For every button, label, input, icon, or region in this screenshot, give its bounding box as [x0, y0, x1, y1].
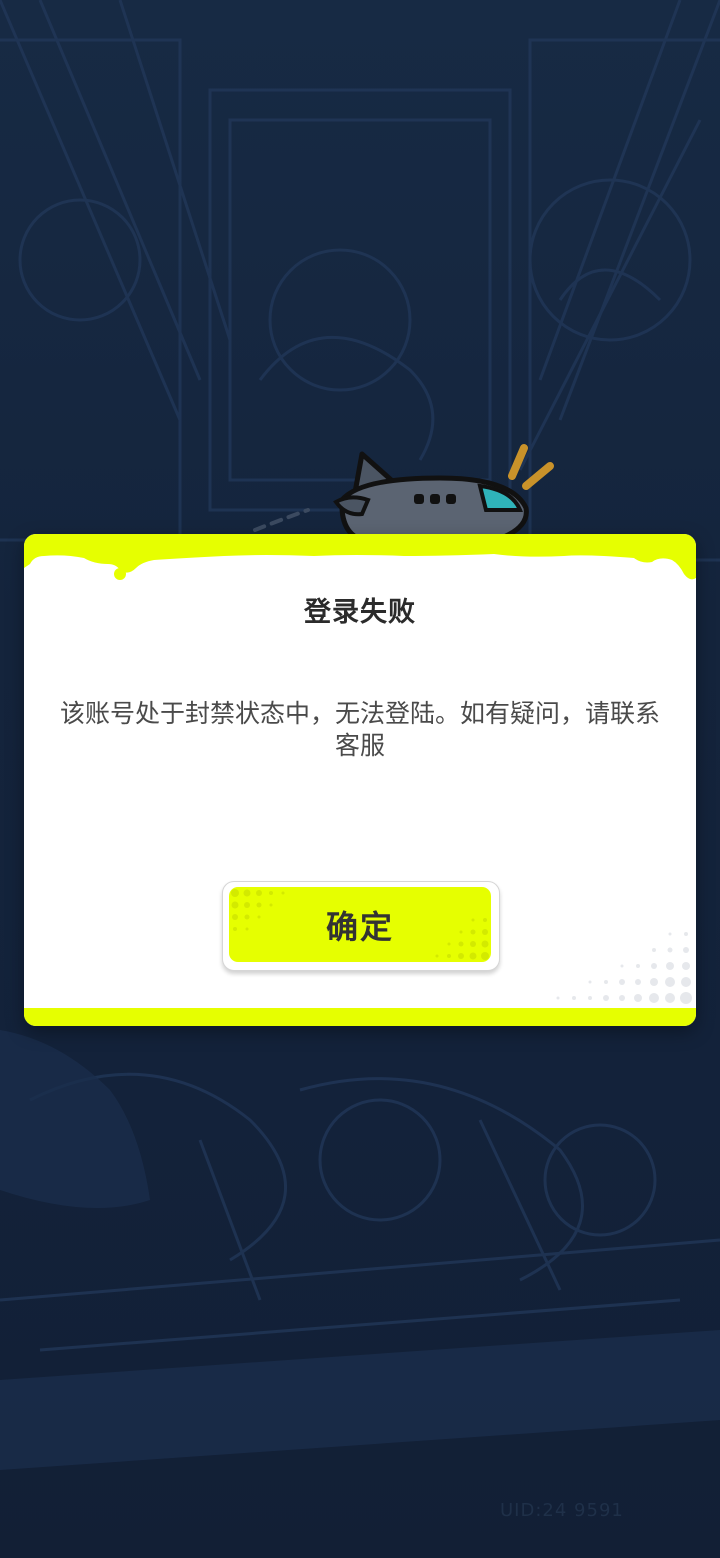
uid-label: UID:24 9591 — [500, 1500, 624, 1521]
login-failed-screen: 登录失败 该账号处于封禁状态中，无法登陆。如有疑问，请联系客服 确定 UID:2… — [0, 0, 720, 1558]
dialog-bottom-bar — [24, 1008, 696, 1026]
confirm-button-label: 确定 — [325, 907, 394, 946]
slime-header-decoration — [24, 534, 696, 580]
halftone-decoration — [556, 932, 692, 1004]
confirm-button[interactable]: 确定 — [222, 881, 500, 971]
dialog-message: 该账号处于封禁状态中，无法登陆。如有疑问，请联系客服 — [60, 699, 661, 760]
confirm-button-face: 确定 — [229, 887, 491, 962]
dialog-title: 登录失败 — [304, 597, 416, 628]
airplane-icon — [253, 444, 554, 545]
login-failed-dialog: 登录失败 该账号处于封禁状态中，无法登陆。如有疑问，请联系客服 确定 — [24, 534, 696, 1026]
